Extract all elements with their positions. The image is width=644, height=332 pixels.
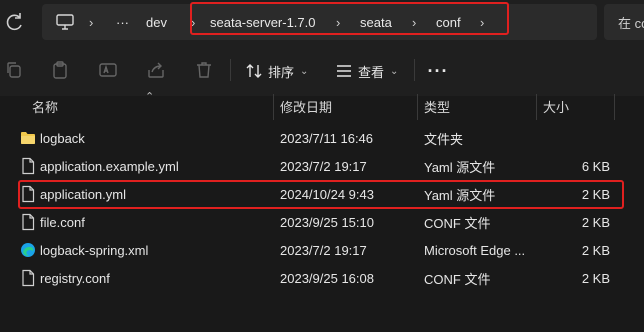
file-name: application.example.yml — [40, 158, 179, 174]
list-item[interactable]: logback 2023/7/11 16:46 文件夹 — [0, 124, 644, 152]
file-name: logback — [40, 130, 85, 146]
file-type: Microsoft Edge ... — [424, 242, 526, 258]
computer-icon[interactable] — [56, 4, 74, 40]
file-name: file.conf — [40, 214, 85, 230]
list-item[interactable]: logback-spring.xml 2023/7/2 19:17 Micros… — [0, 236, 644, 264]
file-type: CONF 文件 — [424, 215, 491, 231]
toolbar-divider — [230, 59, 231, 81]
address-toolbar: › ··· dev › seata-server-1.7.0 › seata ›… — [0, 0, 644, 46]
chevron-down-icon: ⌄ — [390, 65, 399, 77]
file-icon — [22, 185, 35, 203]
list-item[interactable]: application.example.yml 2023/7/2 19:17 Y… — [0, 152, 644, 180]
file-type: CONF 文件 — [424, 271, 491, 287]
rename-icon[interactable] — [98, 60, 118, 80]
view-icon — [337, 65, 351, 77]
copy-icon[interactable] — [4, 60, 24, 80]
file-name: registry.conf — [40, 270, 110, 286]
column-resize-handle[interactable] — [536, 94, 537, 120]
file-size: 2 KB — [581, 270, 610, 286]
file-size: 2 KB — [581, 214, 610, 230]
share-icon[interactable] — [146, 60, 166, 80]
breadcrumb-item-seata[interactable]: seata — [360, 4, 392, 40]
delete-icon[interactable] — [194, 60, 214, 80]
chevron-right-icon[interactable]: › — [89, 4, 93, 40]
column-header: 名称 修改日期 类型 大小 — [0, 92, 644, 120]
address-bar[interactable]: › ··· dev › seata-server-1.7.0 › seata ›… — [42, 4, 597, 40]
sort-button[interactable]: 排序 ⌄ — [246, 58, 308, 84]
file-size — [560, 124, 610, 152]
file-date: 2024/10/24 9:43 — [280, 186, 374, 202]
file-icon — [22, 157, 35, 175]
file-type: Yaml 源文件 — [424, 159, 496, 175]
file-icon — [22, 213, 35, 231]
file-size: 6 KB — [581, 158, 610, 174]
toolbar-divider — [414, 59, 415, 81]
chevron-right-icon[interactable]: › — [191, 4, 195, 40]
edge-icon — [21, 243, 35, 257]
sort-icon — [246, 64, 262, 78]
view-label: 查看 — [358, 64, 385, 80]
folder-icon — [21, 132, 35, 144]
breadcrumb-more-button[interactable]: ··· — [116, 4, 129, 40]
column-header-size[interactable]: 大小 — [543, 92, 569, 120]
column-resize-handle[interactable] — [417, 94, 418, 120]
chevron-right-icon[interactable]: › — [412, 4, 416, 40]
column-header-name[interactable]: 名称 — [32, 92, 58, 120]
file-date: 2023/9/25 16:08 — [280, 270, 374, 286]
column-header-date[interactable]: 修改日期 — [280, 92, 332, 120]
breadcrumb-item-dev[interactable]: dev — [146, 4, 167, 40]
breadcrumb-item-seata-server[interactable]: seata-server-1.7.0 — [210, 4, 316, 40]
more-options-button[interactable]: ··· — [428, 58, 448, 84]
chevron-down-icon: ⌄ — [300, 65, 309, 77]
paste-icon[interactable] — [50, 60, 70, 80]
file-date: 2023/9/25 15:10 — [280, 214, 374, 230]
column-resize-handle[interactable] — [614, 94, 615, 120]
file-name: logback-spring.xml — [40, 242, 149, 258]
chevron-right-icon[interactable]: › — [336, 4, 340, 40]
refresh-icon[interactable] — [4, 10, 24, 34]
column-header-type[interactable]: 类型 — [424, 92, 450, 120]
file-type: Yaml 源文件 — [424, 187, 496, 203]
file-icon — [22, 269, 35, 287]
file-size: 2 KB — [581, 186, 610, 202]
file-date: 2023/7/2 19:17 — [280, 242, 367, 258]
list-item[interactable]: application.yml 2024/10/24 9:43 Yaml 源文件… — [0, 180, 644, 208]
view-button[interactable]: 查看 ⌄ — [336, 58, 398, 84]
column-resize-handle[interactable] — [273, 94, 274, 120]
file-type: 文件夹 — [424, 131, 464, 147]
file-name: application.yml — [40, 186, 126, 202]
file-size: 2 KB — [581, 242, 610, 258]
sort-label: 排序 — [268, 64, 295, 80]
command-bar: 排序 ⌄ 查看 ⌄ ··· — [0, 46, 644, 96]
chevron-right-icon[interactable]: › — [480, 4, 484, 40]
file-date: 2023/7/2 19:17 — [280, 158, 367, 174]
breadcrumb-item-conf[interactable]: conf — [436, 4, 461, 40]
file-date: 2023/7/11 16:46 — [280, 130, 374, 146]
list-item[interactable]: registry.conf 2023/9/25 16:08 CONF 文件 2 … — [0, 264, 644, 292]
search-input[interactable]: 在 co — [604, 4, 644, 40]
list-item[interactable]: file.conf 2023/9/25 15:10 CONF 文件 2 KB — [0, 208, 644, 236]
